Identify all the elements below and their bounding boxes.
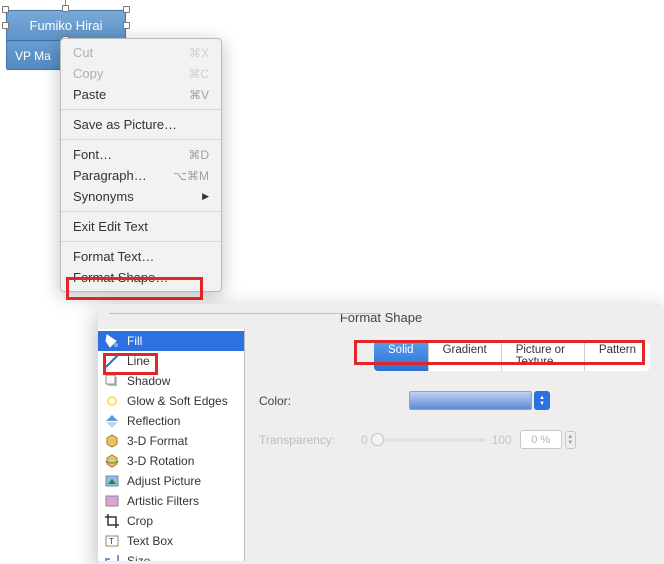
menu-separator xyxy=(61,211,221,212)
menu-label: Font… xyxy=(73,147,112,162)
sidebar-item-label: 3-D Rotation xyxy=(127,454,194,468)
sidebar-item-crop[interactable]: Crop xyxy=(98,511,244,531)
reflection-icon xyxy=(104,413,120,429)
resize-handle-w[interactable] xyxy=(2,22,9,29)
menu-shortcut: ⌘D xyxy=(188,148,209,162)
resize-handle-e[interactable] xyxy=(123,22,130,29)
sidebar-item-label: Adjust Picture xyxy=(127,474,201,488)
context-menu: Cut ⌘X Copy ⌘C Paste ⌘V Save as Picture…… xyxy=(60,38,222,292)
menu-separator xyxy=(61,109,221,110)
chevron-down-icon: ▼ xyxy=(567,440,573,446)
sidebar-item-label: Line xyxy=(127,354,150,368)
sidebar-item-3d-rotation[interactable]: 3-D Rotation xyxy=(98,451,244,471)
sidebar-item-label: Glow & Soft Edges xyxy=(127,394,228,408)
seg-gradient[interactable]: Gradient xyxy=(429,341,502,371)
menu-separator xyxy=(61,139,221,140)
sidebar-item-glow[interactable]: Glow & Soft Edges xyxy=(98,391,244,411)
rotation-icon xyxy=(104,453,120,469)
shadow-icon xyxy=(104,373,120,389)
context-menu-synonyms[interactable]: Synonyms xyxy=(61,186,221,207)
context-menu-save-as-picture[interactable]: Save as Picture… xyxy=(61,114,221,135)
context-menu-exit-edit-text[interactable]: Exit Edit Text xyxy=(61,216,221,237)
glow-icon xyxy=(104,393,120,409)
menu-shortcut: ⌥⌘M xyxy=(173,169,209,183)
menu-shortcut: ⌘X xyxy=(189,46,209,60)
transparency-max: 100 xyxy=(492,433,512,447)
sidebar-item-label: 3-D Format xyxy=(127,434,188,448)
color-row: Color: ▲ ▼ xyxy=(259,391,650,410)
sidebar-item-3d-format[interactable]: 3-D Format xyxy=(98,431,244,451)
size-icon xyxy=(104,553,120,561)
resize-handle-nw[interactable] xyxy=(2,6,9,13)
context-menu-paragraph[interactable]: Paragraph… ⌥⌘M xyxy=(61,165,221,186)
resize-handle-n[interactable] xyxy=(62,5,69,12)
sidebar-item-adjust-picture[interactable]: Adjust Picture xyxy=(98,471,244,491)
sidebar-item-label: Artistic Filters xyxy=(127,494,199,508)
menu-label: Paste xyxy=(73,87,106,102)
color-well[interactable] xyxy=(409,391,532,410)
menu-shortcut: ⌘C xyxy=(188,67,209,81)
menu-separator xyxy=(61,241,221,242)
menu-label: Copy xyxy=(73,66,103,81)
textbox-icon: T xyxy=(104,533,120,549)
sidebar-item-reflection[interactable]: Reflection xyxy=(98,411,244,431)
sidebar-item-label: Reflection xyxy=(127,414,180,428)
menu-label: Save as Picture… xyxy=(73,117,177,132)
menu-label: Cut xyxy=(73,45,93,60)
artistic-filters-icon xyxy=(104,493,120,509)
transparency-value-field[interactable]: 0 % xyxy=(520,430,562,449)
format-pane: Solid Gradient Picture or Texture Patter… xyxy=(245,329,664,561)
seg-pattern[interactable]: Pattern xyxy=(585,341,650,371)
sidebar-item-size[interactable]: Size xyxy=(98,551,244,561)
sidebar-item-label: Fill xyxy=(127,334,142,348)
context-menu-cut: Cut ⌘X xyxy=(61,42,221,63)
menu-label: Paragraph… xyxy=(73,168,147,183)
transparency-label: Transparency: xyxy=(259,433,361,447)
transparency-row: Transparency: 0 100 0 % ▲ ▼ xyxy=(259,430,650,449)
svg-text:T: T xyxy=(109,537,114,546)
sidebar-item-line[interactable]: Line xyxy=(98,351,244,371)
sidebar-item-label: Shadow xyxy=(127,374,170,388)
sidebar-item-label: Crop xyxy=(127,514,153,528)
sidebar-item-fill[interactable]: Fill xyxy=(98,331,244,351)
menu-label: Exit Edit Text xyxy=(73,219,148,234)
color-dropdown-button[interactable]: ▲ ▼ xyxy=(534,391,550,410)
context-menu-font[interactable]: Font… ⌘D xyxy=(61,144,221,165)
transparency-slider[interactable] xyxy=(374,438,486,442)
sidebar-item-artistic-filters[interactable]: Artistic Filters xyxy=(98,491,244,511)
slider-thumb[interactable] xyxy=(371,433,384,446)
seg-picture[interactable]: Picture or Texture xyxy=(502,341,585,371)
format-shape-dialog: Format Shape Fill Line Shadow Glow & Sof… xyxy=(98,304,664,564)
resize-handle-ne[interactable] xyxy=(123,6,130,13)
sidebar-item-text-box[interactable]: T Text Box xyxy=(98,531,244,551)
transparency-stepper[interactable]: ▲ ▼ xyxy=(565,431,576,449)
fill-type-segmented-control: Solid Gradient Picture or Texture Patter… xyxy=(374,341,650,371)
fill-icon xyxy=(104,333,120,349)
seg-solid[interactable]: Solid xyxy=(374,341,429,371)
format-sidebar: Fill Line Shadow Glow & Soft Edges Refle… xyxy=(98,329,245,561)
color-label: Color: xyxy=(259,394,361,408)
context-menu-format-shape[interactable]: Format Shape… xyxy=(61,267,221,288)
context-menu-format-text[interactable]: Format Text… xyxy=(61,246,221,267)
sidebar-item-label: Size xyxy=(127,554,150,561)
cube-icon xyxy=(104,433,120,449)
menu-shortcut: ⌘V xyxy=(189,88,209,102)
menu-label: Synonyms xyxy=(73,189,134,204)
menu-label: Format Text… xyxy=(73,249,154,264)
dialog-hidden-tabstrip xyxy=(109,304,379,314)
sidebar-item-shadow[interactable]: Shadow xyxy=(98,371,244,391)
context-menu-copy: Copy ⌘C xyxy=(61,63,221,84)
context-menu-paste[interactable]: Paste ⌘V xyxy=(61,84,221,105)
sidebar-item-label: Text Box xyxy=(127,534,173,548)
line-icon xyxy=(104,353,120,369)
menu-label: Format Shape… xyxy=(73,270,168,285)
adjust-picture-icon xyxy=(104,473,120,489)
chevron-down-icon: ▼ xyxy=(539,401,545,407)
crop-icon xyxy=(104,513,120,529)
transparency-min: 0 xyxy=(361,433,368,447)
